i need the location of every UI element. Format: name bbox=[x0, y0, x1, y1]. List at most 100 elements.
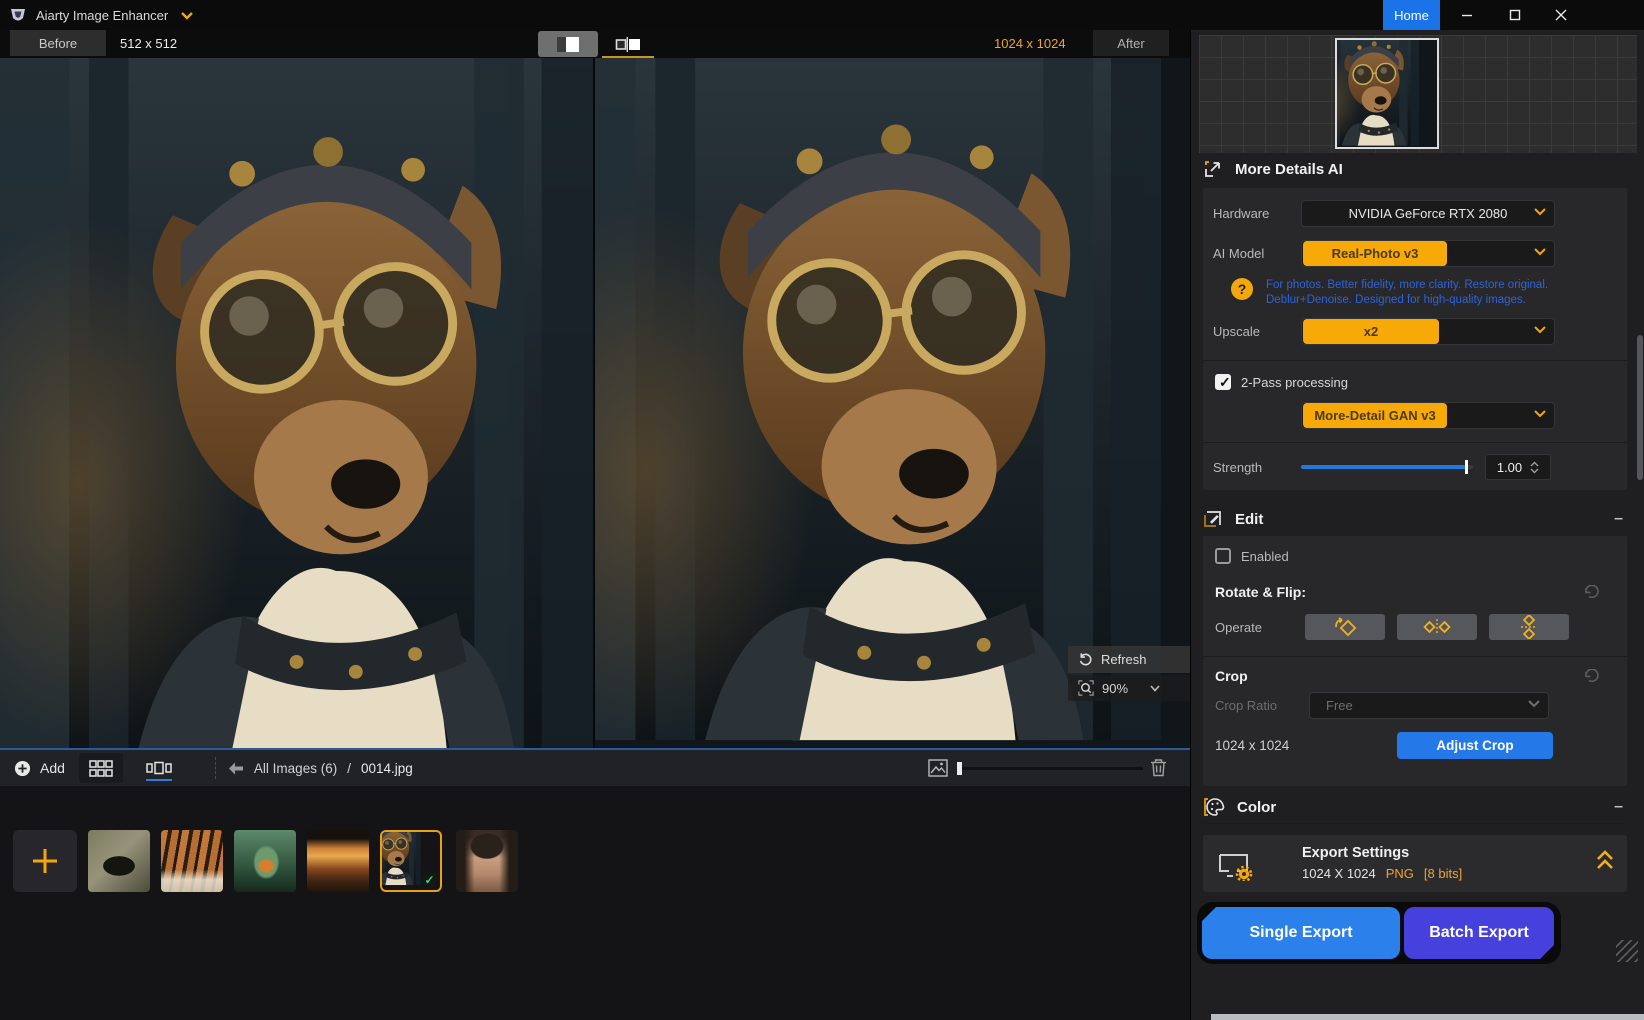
hardware-value: NVIDIA GeForce RTX 2080 bbox=[1349, 206, 1508, 221]
export-settings-meta: 1024 X 1024 PNG [8 bits] bbox=[1302, 866, 1462, 881]
panel-scrollbar[interactable] bbox=[1637, 335, 1643, 480]
title-chevron-down-icon[interactable] bbox=[180, 11, 194, 20]
section-edit: Edit – bbox=[1203, 508, 1633, 530]
back-arrow-icon[interactable] bbox=[228, 762, 244, 775]
plus-icon bbox=[30, 846, 60, 876]
app-title: Aiarty Image Enhancer bbox=[36, 8, 168, 23]
batch-export-button[interactable]: Batch Export bbox=[1404, 907, 1554, 959]
rotate-icon bbox=[1332, 617, 1358, 637]
thumbnail-woman[interactable] bbox=[456, 830, 518, 892]
side-by-side-icon bbox=[615, 37, 641, 52]
grid-view-icon bbox=[89, 760, 113, 777]
upscale-label: Upscale bbox=[1213, 324, 1301, 339]
add-button[interactable]: Add bbox=[14, 760, 65, 777]
rotate-button[interactable] bbox=[1305, 614, 1385, 640]
thumbnail-dog-selected[interactable]: ✓ bbox=[380, 830, 442, 892]
tab-after[interactable]: After bbox=[1093, 30, 1169, 56]
strength-spinner[interactable] bbox=[1530, 461, 1539, 474]
export-dock: Single Export Batch Export bbox=[1197, 902, 1561, 964]
thumbnail-butterfly[interactable] bbox=[88, 830, 150, 892]
section-more-details: More Details AI bbox=[1203, 158, 1633, 180]
crop-ratio-value: Free bbox=[1326, 698, 1353, 713]
minimize-button[interactable] bbox=[1450, 0, 1484, 30]
thumbnail-tiger[interactable] bbox=[161, 830, 223, 892]
resize-grip[interactable] bbox=[1616, 940, 1638, 962]
filmstrip-view-button[interactable] bbox=[137, 753, 181, 783]
ai-model-dropdown[interactable]: Real-Photo v3 bbox=[1301, 240, 1555, 267]
zoom-control[interactable]: 90% bbox=[1068, 675, 1190, 701]
export-settings-box[interactable]: Export Settings 1024 X 1024 PNG [8 bits] bbox=[1203, 835, 1627, 892]
home-button[interactable]: Home bbox=[1383, 0, 1440, 30]
image-size-icon bbox=[928, 759, 948, 777]
selected-check-icon: ✓ bbox=[421, 871, 438, 888]
color-collapse-icon[interactable]: – bbox=[1614, 798, 1623, 816]
magnifier-icon bbox=[1078, 680, 1094, 696]
breadcrumb: All Images (6) / 0014.jpg bbox=[228, 761, 413, 776]
rotate-flip-label: Rotate & Flip: bbox=[1215, 584, 1306, 600]
tab-before[interactable]: Before bbox=[10, 30, 106, 56]
two-pass-label: 2-Pass processing bbox=[1241, 375, 1348, 390]
maximize-button[interactable] bbox=[1498, 0, 1532, 30]
strength-handle[interactable] bbox=[1465, 460, 1468, 474]
delete-icon[interactable] bbox=[1150, 758, 1167, 777]
refresh-label: Refresh bbox=[1101, 652, 1147, 667]
operate-label: Operate bbox=[1215, 620, 1293, 635]
two-pass-checkbox[interactable] bbox=[1215, 374, 1231, 390]
close-button[interactable] bbox=[1544, 0, 1578, 30]
more-details-icon bbox=[1203, 159, 1223, 179]
before-image[interactable] bbox=[0, 58, 595, 748]
zoom-chevron-down-icon bbox=[1150, 685, 1160, 692]
color-icon bbox=[1203, 797, 1225, 817]
edit-collapse-icon[interactable]: – bbox=[1614, 510, 1623, 528]
color-title: Color bbox=[1237, 799, 1276, 816]
export-settings-title: Export Settings bbox=[1302, 845, 1409, 861]
view-mode-toggles bbox=[538, 31, 658, 58]
adjust-crop-button[interactable]: Adjust Crop bbox=[1397, 732, 1553, 759]
collapse-up-chevrons-icon[interactable] bbox=[1595, 849, 1615, 871]
split-view-button[interactable] bbox=[538, 31, 598, 57]
ai-model-label: AI Model bbox=[1213, 246, 1301, 261]
all-images-link[interactable]: All Images (6) bbox=[254, 761, 337, 776]
strength-value: 1.00 bbox=[1497, 460, 1522, 475]
crop-undo-icon[interactable] bbox=[1583, 669, 1601, 683]
compare-canvas[interactable] bbox=[0, 58, 1190, 748]
grid-view-button[interactable] bbox=[79, 753, 123, 783]
gan-dropdown[interactable]: More-Detail GAN v3 bbox=[1301, 402, 1555, 429]
upscale-dropdown[interactable]: x2 bbox=[1301, 318, 1555, 345]
titlebar: Aiarty Image Enhancer Home bbox=[0, 0, 1644, 30]
enabled-checkbox[interactable] bbox=[1215, 548, 1231, 564]
ai-model-chevron-down-icon bbox=[1534, 248, 1546, 256]
current-filename: 0014.jpg bbox=[361, 761, 413, 776]
strength-slider[interactable] bbox=[1301, 465, 1473, 469]
crop-ratio-dropdown[interactable]: Free bbox=[1309, 692, 1549, 719]
flip-vertical-button[interactable] bbox=[1489, 614, 1569, 640]
split-view-icon bbox=[556, 36, 580, 53]
thumbnail-terrarium[interactable] bbox=[234, 830, 296, 892]
add-image-tile[interactable] bbox=[13, 830, 77, 892]
single-export-button[interactable]: Single Export bbox=[1202, 907, 1400, 959]
more-details-title: More Details AI bbox=[1235, 161, 1343, 178]
flip-horizontal-icon bbox=[1422, 618, 1452, 636]
before-size: 512 x 512 bbox=[120, 36, 177, 51]
crop-label: Crop bbox=[1215, 668, 1248, 684]
navigator-thumbnail[interactable] bbox=[1335, 38, 1439, 149]
refresh-button[interactable]: Refresh bbox=[1068, 646, 1190, 673]
edit-icon bbox=[1203, 509, 1223, 529]
model-hint-line2: Deblur+Denoise. Designed for high-qualit… bbox=[1266, 293, 1548, 308]
viewer: Before 512 x 512 1024 x 1024 bbox=[0, 30, 1190, 1020]
after-size: 1024 x 1024 bbox=[994, 36, 1066, 51]
thumbnail-size-slider[interactable] bbox=[957, 767, 1143, 770]
minimize-icon bbox=[1461, 9, 1473, 21]
flip-horizontal-button[interactable] bbox=[1397, 614, 1477, 640]
hardware-dropdown[interactable]: NVIDIA GeForce RTX 2080 bbox=[1301, 200, 1555, 227]
help-icon[interactable]: ? bbox=[1231, 278, 1253, 300]
thumbnail-size-slider-handle[interactable] bbox=[957, 762, 962, 775]
rotate-flip-undo-icon[interactable] bbox=[1583, 585, 1601, 599]
thumbnail-burger[interactable] bbox=[307, 830, 369, 892]
strength-value-box[interactable]: 1.00 bbox=[1485, 454, 1551, 480]
maximize-icon bbox=[1509, 9, 1521, 21]
model-hint-line1: For photos. Better fidelity, more clarit… bbox=[1266, 278, 1548, 293]
after-image[interactable] bbox=[595, 58, 1188, 748]
bottom-toolbar: Add bbox=[0, 750, 1190, 786]
side-by-side-view-button[interactable] bbox=[598, 31, 658, 57]
